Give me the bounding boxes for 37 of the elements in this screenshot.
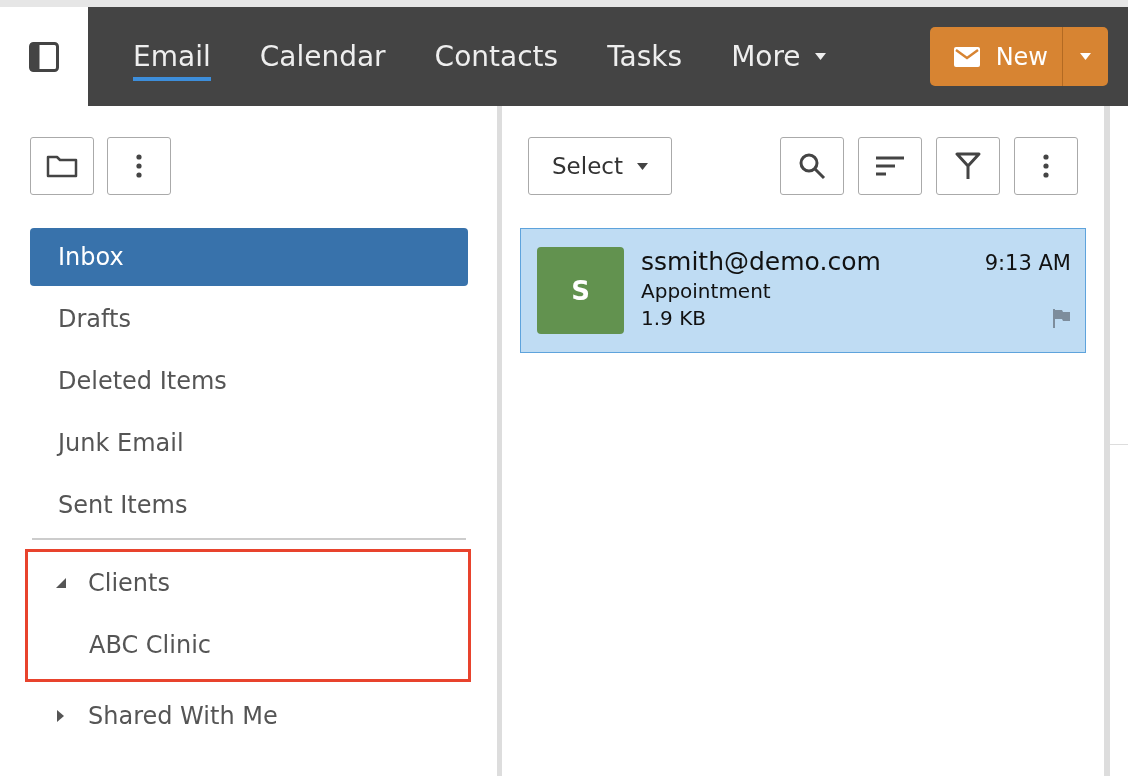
sort-icon (875, 156, 905, 176)
filter-icon (955, 152, 981, 180)
tree-folder[interactable]: ABC Clinic (89, 631, 211, 659)
search-icon (798, 152, 826, 180)
folder-item[interactable]: Sent Items (30, 476, 468, 534)
folder-item[interactable]: Deleted Items (30, 352, 468, 410)
avatar: S (537, 247, 624, 334)
nav-tab[interactable]: Tasks (607, 40, 683, 81)
subject-text: Appointment (641, 279, 772, 303)
folder-item[interactable]: Drafts (30, 290, 468, 348)
time-text: 9:13 AM (984, 251, 1071, 275)
envelope-icon (953, 46, 980, 67)
sort-button[interactable] (858, 137, 922, 195)
nav-tab[interactable]: More (731, 40, 826, 81)
collapsed-triangle-icon[interactable] (57, 710, 64, 722)
sender-text: ssmith@demo.com (641, 247, 881, 276)
folder-icon (46, 154, 78, 178)
folder-item[interactable]: Junk Email (30, 414, 468, 472)
tree-folder[interactable]: Shared With Me (88, 702, 278, 730)
more-icon (136, 154, 142, 178)
panel-toggle-icon[interactable] (29, 41, 59, 72)
search-button[interactable] (780, 137, 844, 195)
folder-button[interactable] (30, 137, 94, 195)
size-text: 1.9 KB (641, 306, 706, 330)
more-icon (1043, 154, 1049, 178)
expanded-triangle-icon[interactable] (55, 578, 66, 588)
nav-tab[interactable]: Email (133, 40, 211, 81)
tree-folder[interactable]: Clients (88, 569, 170, 597)
caret-icon (1080, 53, 1091, 60)
folder-item[interactable]: Inbox (30, 228, 468, 286)
select-dropdown[interactable]: Select (528, 137, 672, 195)
caret-icon (637, 162, 648, 170)
nav-tab[interactable]: Calendar (259, 40, 386, 81)
caret-icon (814, 53, 826, 60)
nav-tab[interactable]: Contacts (434, 40, 559, 81)
message-item[interactable]: S ssmith@demo.com 9:13 AM Appointment 1.9 KB (520, 228, 1086, 353)
filter-button[interactable] (936, 137, 1000, 195)
